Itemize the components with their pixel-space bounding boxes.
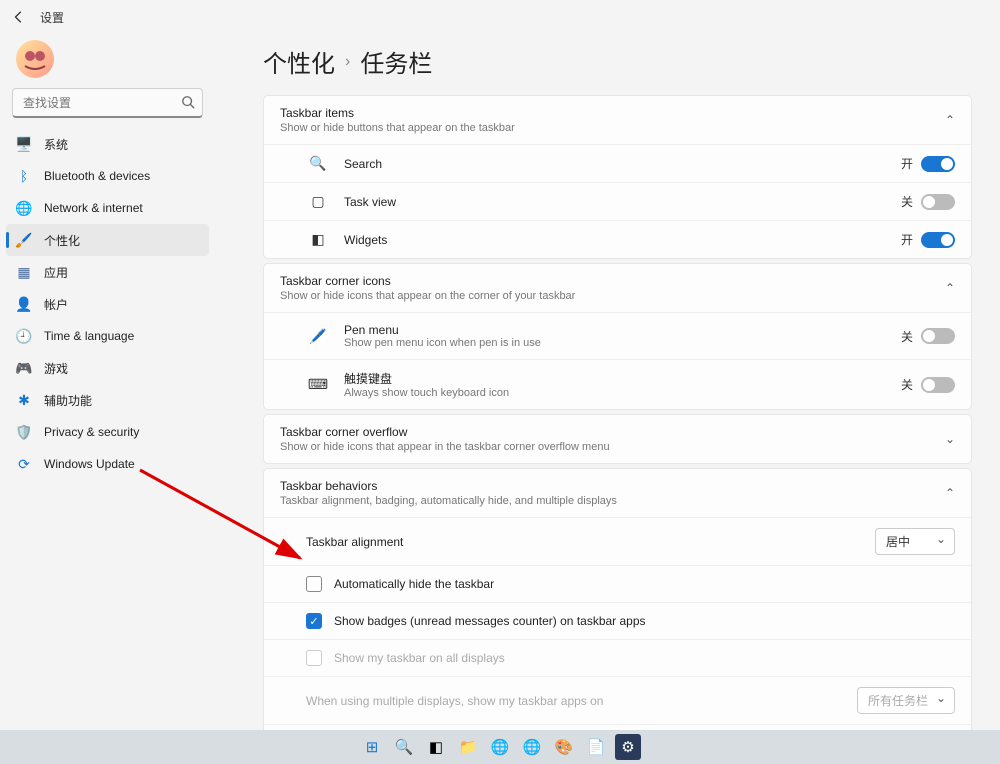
nav-icon: 🕘 <box>16 328 32 344</box>
nav-item--[interactable]: ✱ 辅助功能 <box>6 384 209 416</box>
nav-item--[interactable]: ▦ 应用 <box>6 256 209 288</box>
nav-label: 辅助功能 <box>44 392 92 409</box>
section-corner-icons: Taskbar corner icons Show or hide icons … <box>263 263 972 410</box>
nav-label: Windows Update <box>44 457 135 471</box>
nav-item-privacy-security[interactable]: 🛡️ Privacy & security <box>6 416 209 448</box>
nav-icon: 👤 <box>16 296 32 312</box>
toggle-state: 关 <box>901 328 913 345</box>
nav-icon: ▦ <box>16 264 32 280</box>
back-button[interactable] <box>10 8 28 26</box>
paint-icon[interactable]: 🎨 <box>551 734 577 760</box>
chevron-up-icon: ⌃ <box>945 281 955 295</box>
user-avatar[interactable] <box>16 40 54 78</box>
sidebar: 🖥️ 系统 ᛒ Bluetooth & devices 🌐 Network & inter… <box>0 34 215 730</box>
nav-icon: 🎮 <box>16 360 32 376</box>
toggle[interactable] <box>921 194 955 210</box>
office-icon[interactable]: 📄 <box>583 734 609 760</box>
nav-icon: ✱ <box>16 392 32 408</box>
nav-icon: ⟳ <box>16 456 32 472</box>
toggle[interactable] <box>921 328 955 344</box>
nav-item-network-internet[interactable]: 🌐 Network & internet <box>6 192 209 224</box>
nav-label: 应用 <box>44 264 68 281</box>
section-header[interactable]: Taskbar corner icons Show or hide icons … <box>264 264 971 312</box>
nav-item--[interactable]: 🖌️ 个性化 <box>6 224 209 256</box>
nav-label: Privacy & security <box>44 425 139 439</box>
nav-item--[interactable]: 👤 帐户 <box>6 288 209 320</box>
nav-label: 个性化 <box>44 232 80 249</box>
nav-icon: 🖌️ <box>16 232 32 248</box>
row-alignment: Taskbar alignment 居中 <box>264 517 971 565</box>
section-header[interactable]: Taskbar behaviors Taskbar alignment, bad… <box>264 469 971 517</box>
nav-item--[interactable]: 🎮 游戏 <box>6 352 209 384</box>
breadcrumb-parent[interactable]: 个性化 <box>263 44 335 79</box>
section-header[interactable]: Taskbar items Show or hide buttons that … <box>264 96 971 144</box>
row-icon: 🔍 <box>306 155 330 172</box>
search-box <box>12 88 203 118</box>
chrome-icon[interactable]: 🌐 <box>487 734 513 760</box>
checkbox[interactable] <box>306 576 322 592</box>
row-icon: ▢ <box>306 193 330 210</box>
alignment-select[interactable]: 居中 <box>875 528 955 555</box>
nav-label: 帐户 <box>44 296 68 313</box>
start-icon[interactable]: ⊞ <box>359 734 385 760</box>
toggle-state: 关 <box>901 193 913 210</box>
row-check: Show my taskbar on all displays <box>264 639 971 676</box>
nav-item-bluetooth-devices[interactable]: ᛒ Bluetooth & devices <box>6 160 209 192</box>
row-icon: ◧ <box>306 231 330 248</box>
chevron-up-icon: ⌃ <box>945 486 955 500</box>
row-multi-display: When using multiple displays, show my ta… <box>264 676 971 724</box>
nav-item-time-language[interactable]: 🕘 Time & language <box>6 320 209 352</box>
checkbox[interactable]: ✓ <box>306 613 322 629</box>
toggle[interactable] <box>921 232 955 248</box>
row-icon: ⌨ <box>306 376 330 393</box>
search-input[interactable] <box>12 88 203 118</box>
row-task-view: ▢ Task view 关 <box>264 182 971 220</box>
nav-icon: 🛡️ <box>16 424 32 440</box>
section-behaviors: Taskbar behaviors Taskbar alignment, bad… <box>263 468 972 730</box>
explorer-icon[interactable]: 📁 <box>455 734 481 760</box>
multi-select: 所有任务栏 <box>857 687 955 714</box>
breadcrumb: 个性化 › 任务栏 <box>263 44 972 79</box>
nav-label: Network & internet <box>44 201 143 215</box>
windows-taskbar: ⊞ 🔍 ◧ 📁 🌐 🌐 🎨 📄 ⚙ <box>0 730 1000 764</box>
nav-item-windows-update[interactable]: ⟳ Windows Update <box>6 448 209 480</box>
row-pen-menu: 🖊️ Pen menuShow pen menu icon when pen i… <box>264 312 971 359</box>
row-icon: 🖊️ <box>306 328 330 345</box>
search-icon[interactable]: 🔍 <box>391 734 417 760</box>
nav-icon: 🖥️ <box>16 136 32 152</box>
toggle[interactable] <box>921 377 955 393</box>
toggle-state: 开 <box>901 231 913 248</box>
nav-item--[interactable]: 🖥️ 系统 <box>6 128 209 160</box>
section-overflow: Taskbar corner overflow Show or hide ico… <box>263 414 972 464</box>
search-icon <box>181 95 195 114</box>
settings-icon[interactable]: ⚙ <box>615 734 641 760</box>
chevron-up-icon: ⌃ <box>945 113 955 127</box>
window-title: 设置 <box>40 9 64 26</box>
nav-label: 系统 <box>44 136 68 153</box>
main-content: 个性化 › 任务栏 Taskbar items Show or hide but… <box>215 34 1000 730</box>
checkbox <box>306 650 322 666</box>
breadcrumb-current: 任务栏 <box>360 44 432 79</box>
nav-icon: 🌐 <box>16 200 32 216</box>
toggle[interactable] <box>921 156 955 172</box>
row-widgets: ◧ Widgets 开 <box>264 220 971 258</box>
chrome-icon[interactable]: 🌐 <box>519 734 545 760</box>
section-taskbar-items: Taskbar items Show or hide buttons that … <box>263 95 972 259</box>
row-check[interactable]: Automatically hide the taskbar <box>264 565 971 602</box>
row-search: 🔍 Search 开 <box>264 144 971 182</box>
nav-icon: ᛒ <box>16 168 32 184</box>
toggle-state: 开 <box>901 155 913 172</box>
nav-label: Time & language <box>44 329 134 343</box>
nav-label: Bluetooth & devices <box>44 169 150 183</box>
nav-label: 游戏 <box>44 360 68 377</box>
row-check[interactable]: ✓ Show badges (unread messages counter) … <box>264 602 971 639</box>
row-触摸键盘: ⌨ 触摸键盘Always show touch keyboard icon 关 <box>264 359 971 409</box>
chevron-right-icon: › <box>345 53 350 71</box>
section-header[interactable]: Taskbar corner overflow Show or hide ico… <box>264 415 971 463</box>
taskview-icon[interactable]: ◧ <box>423 734 449 760</box>
toggle-state: 关 <box>901 376 913 393</box>
chevron-down-icon: ⌄ <box>945 432 955 446</box>
